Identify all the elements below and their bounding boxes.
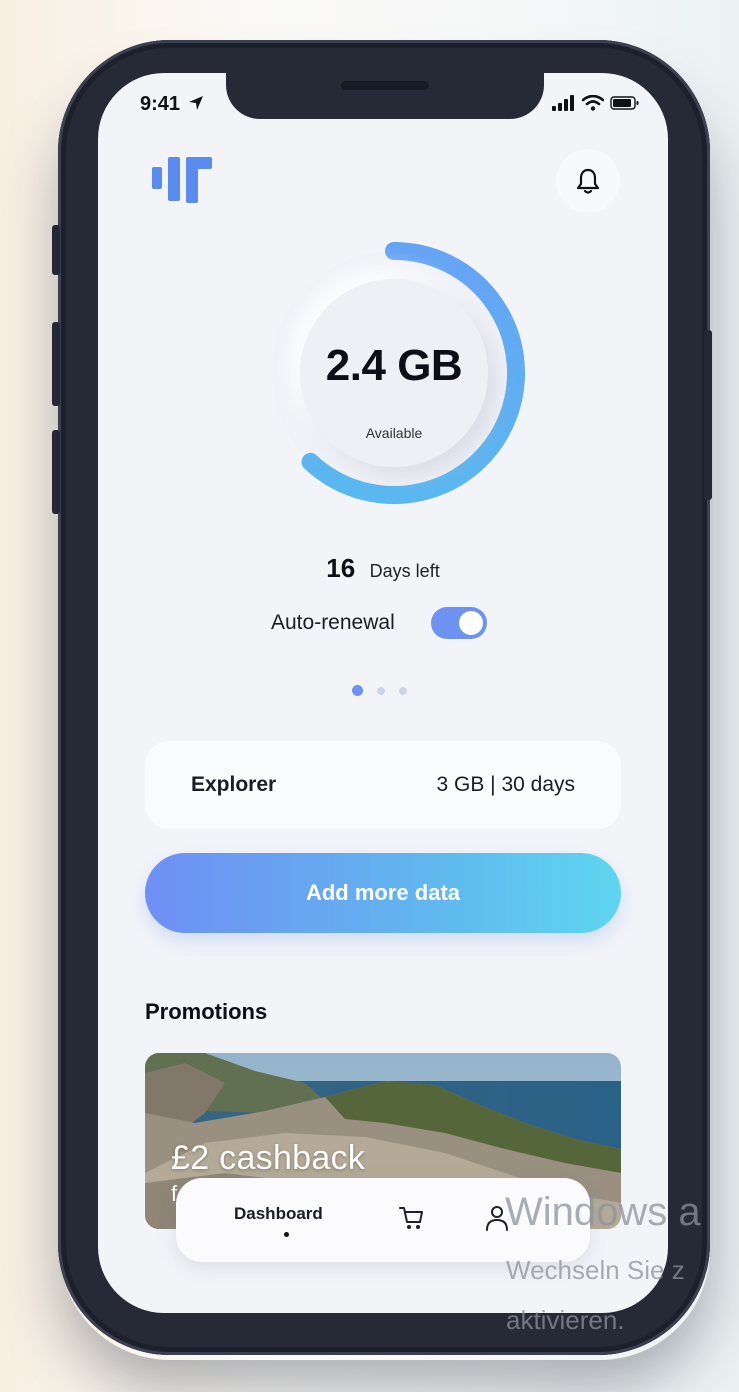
- nav-dashboard[interactable]: Dashboard: [234, 1204, 323, 1224]
- status-time-text: 9:41: [140, 93, 181, 115]
- app-screen: 9:41 2.4 GB Available 16 Days left Auto-…: [98, 73, 668, 1313]
- auto-renewal-toggle[interactable]: [430, 607, 487, 639]
- notifications-button[interactable]: [556, 149, 620, 213]
- cart-icon: [399, 1207, 423, 1229]
- page-indicator: [352, 685, 407, 696]
- volume-up-button: [52, 322, 60, 406]
- app-logo: [152, 155, 216, 205]
- promo-card-title: £2 cashback: [171, 1139, 366, 1177]
- status-time: 9:41: [140, 93, 204, 116]
- windows-activation-watermark: Windows a: [505, 1190, 701, 1234]
- days-left-row: 16 Days left: [98, 553, 668, 584]
- status-indicators: [552, 95, 640, 111]
- days-left-label: Days left: [369, 561, 440, 581]
- plan-info: 3 GB | 30 days: [436, 773, 575, 796]
- battery-icon: [610, 96, 639, 110]
- bell-icon: [576, 168, 600, 194]
- plan-name: Explorer: [191, 773, 277, 796]
- data-available-label: Available: [365, 425, 423, 441]
- promotions-heading: Promotions: [145, 999, 268, 1024]
- add-more-data-button[interactable]: Add more data: [145, 853, 621, 933]
- notch: [226, 73, 544, 119]
- cellular-signal-icon: [552, 95, 574, 111]
- nav-active-indicator: [284, 1232, 289, 1237]
- page-dot-3[interactable]: [399, 686, 407, 695]
- data-usage-gauge: 2.4 GB Available: [254, 233, 534, 513]
- windows-activation-line-2: Wechseln Sie z: [506, 1255, 685, 1285]
- power-button: [704, 330, 712, 500]
- data-available-amount: 2.4 GB: [325, 341, 463, 390]
- mute-switch: [52, 225, 60, 275]
- volume-down-button: [52, 430, 60, 514]
- plan-card[interactable]: Explorer 3 GB | 30 days: [145, 741, 621, 829]
- nav-cart-button[interactable]: [398, 1204, 426, 1237]
- days-left-count: 16: [326, 553, 356, 583]
- toggle-knob: [458, 611, 483, 635]
- wifi-icon: [582, 95, 604, 111]
- speaker-grille: [341, 81, 429, 90]
- page-dot-2[interactable]: [377, 686, 385, 695]
- auto-renewal-row: Auto-renewal: [271, 607, 487, 639]
- auto-renewal-label: Auto-renewal: [271, 611, 395, 634]
- windows-activation-line-3: aktivieren.: [506, 1305, 625, 1335]
- location-arrow-icon: [188, 96, 203, 110]
- page-dot-1[interactable]: [352, 685, 363, 696]
